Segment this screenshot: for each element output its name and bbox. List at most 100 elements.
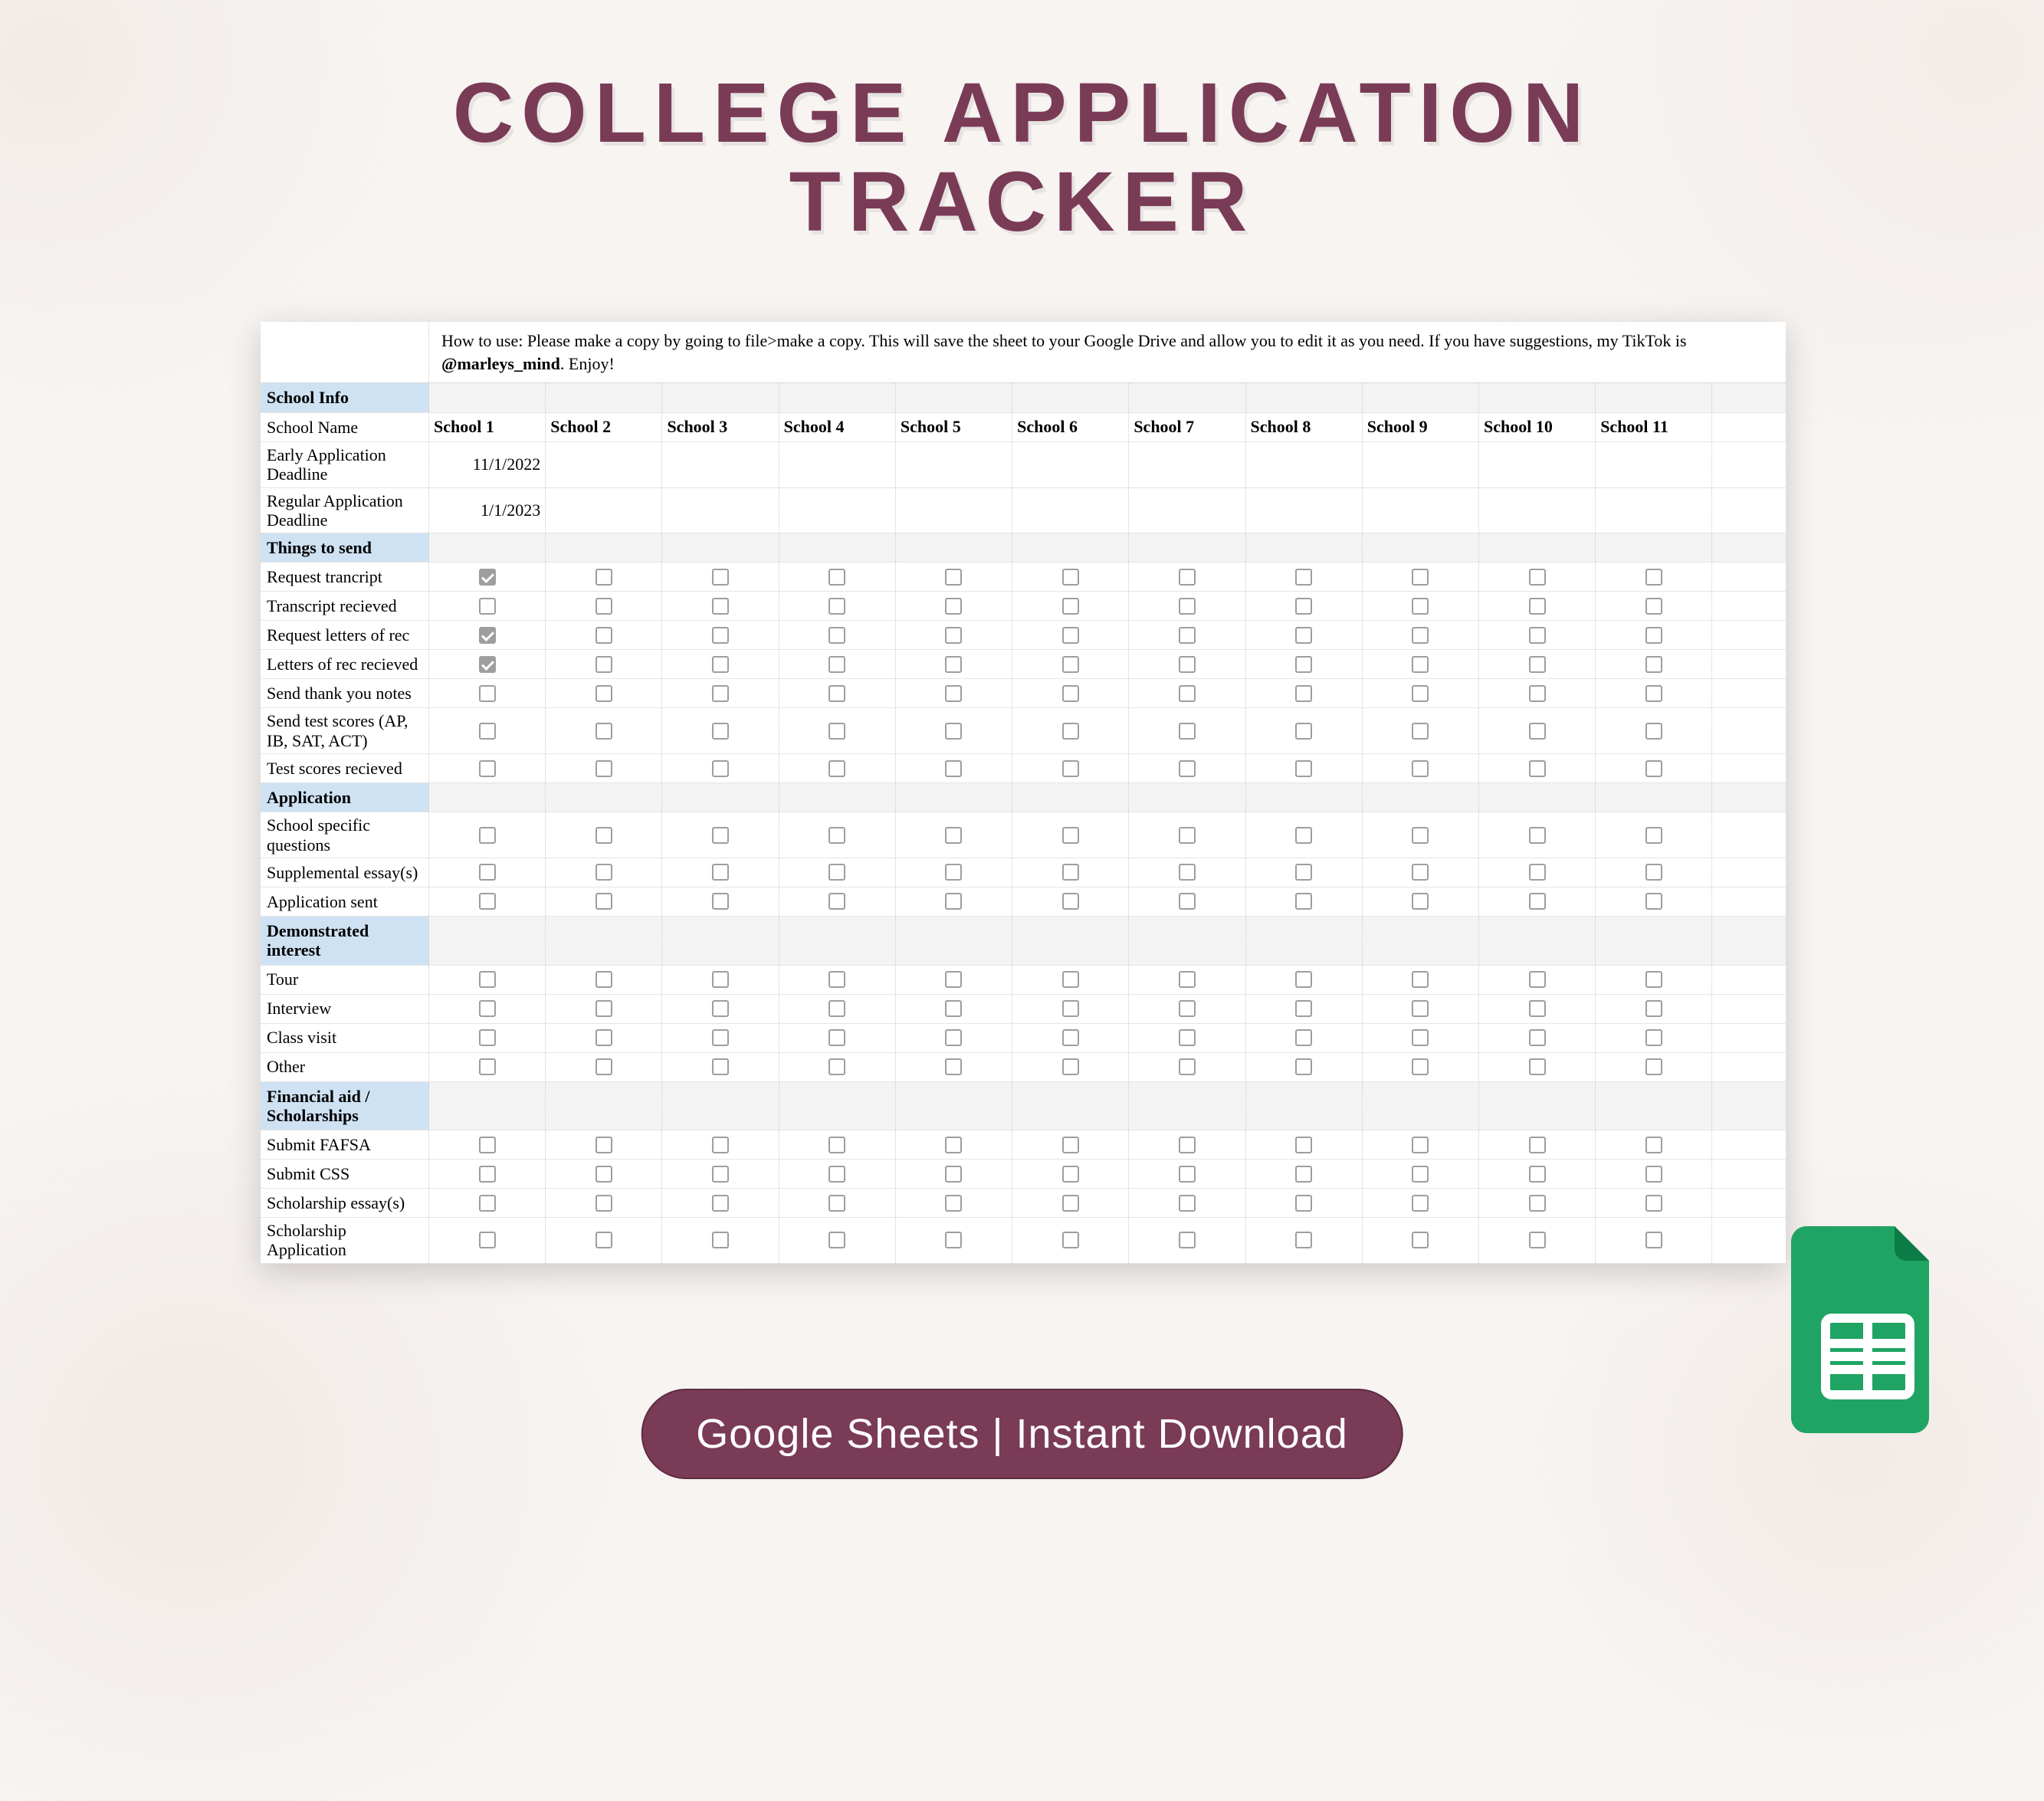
checkbox[interactable] [1529, 893, 1546, 910]
checkbox[interactable] [1645, 864, 1662, 881]
checkbox[interactable] [1062, 760, 1079, 777]
checkbox[interactable] [595, 864, 612, 881]
checkbox[interactable] [712, 569, 729, 586]
checkbox[interactable] [595, 598, 612, 615]
checkbox[interactable] [945, 569, 962, 586]
checkbox[interactable] [1295, 656, 1312, 673]
checkbox[interactable] [479, 893, 496, 910]
checkbox[interactable] [1295, 1166, 1312, 1183]
checkbox[interactable] [1412, 760, 1429, 777]
checkbox[interactable] [712, 1166, 729, 1183]
checkbox[interactable] [479, 1195, 496, 1212]
checkbox[interactable] [479, 760, 496, 777]
checkbox[interactable] [828, 827, 845, 844]
checkbox[interactable] [1412, 893, 1429, 910]
checkbox[interactable] [1645, 1232, 1662, 1248]
checkbox[interactable] [828, 864, 845, 881]
checkbox[interactable] [1179, 656, 1196, 673]
checkbox[interactable] [595, 627, 612, 644]
checkbox[interactable] [1412, 1058, 1429, 1075]
checkbox[interactable] [1295, 598, 1312, 615]
checkbox[interactable] [1645, 1166, 1662, 1183]
checkbox[interactable] [1295, 971, 1312, 988]
checkbox[interactable] [712, 1195, 729, 1212]
checkbox[interactable] [1179, 1232, 1196, 1248]
checkbox[interactable] [1295, 685, 1312, 702]
checkbox[interactable] [945, 627, 962, 644]
checkbox[interactable] [1062, 598, 1079, 615]
checkbox[interactable] [1062, 864, 1079, 881]
checkbox[interactable] [1645, 1000, 1662, 1017]
checkbox[interactable] [595, 1195, 612, 1212]
checkbox[interactable] [828, 1029, 845, 1046]
checkbox[interactable] [1412, 627, 1429, 644]
checkbox[interactable] [1062, 569, 1079, 586]
checkbox[interactable] [1645, 1195, 1662, 1212]
checkbox[interactable] [712, 723, 729, 740]
checkbox[interactable] [1179, 864, 1196, 881]
checkbox[interactable] [945, 1166, 962, 1183]
checkbox[interactable] [1412, 971, 1429, 988]
checkbox[interactable] [1412, 1029, 1429, 1046]
checkbox[interactable] [479, 1058, 496, 1075]
checkbox[interactable] [1179, 971, 1196, 988]
checkbox[interactable] [1645, 971, 1662, 988]
checkbox[interactable] [1062, 1000, 1079, 1017]
checkbox[interactable] [1645, 893, 1662, 910]
checkbox[interactable] [1295, 1232, 1312, 1248]
checkbox[interactable] [1645, 685, 1662, 702]
checkbox[interactable] [595, 569, 612, 586]
checkbox[interactable] [595, 1058, 612, 1075]
checkbox[interactable] [1412, 864, 1429, 881]
checkbox[interactable] [1062, 893, 1079, 910]
checkbox[interactable] [1179, 1000, 1196, 1017]
checkbox[interactable] [479, 864, 496, 881]
checkbox[interactable] [1295, 627, 1312, 644]
checkbox[interactable] [712, 627, 729, 644]
checkbox[interactable] [1645, 1029, 1662, 1046]
checkbox[interactable] [479, 569, 496, 586]
checkbox[interactable] [1412, 1232, 1429, 1248]
checkbox[interactable] [1179, 1137, 1196, 1153]
checkbox[interactable] [712, 760, 729, 777]
checkbox[interactable] [1179, 685, 1196, 702]
checkbox[interactable] [479, 1000, 496, 1017]
checkbox[interactable] [1062, 1232, 1079, 1248]
checkbox[interactable] [712, 1232, 729, 1248]
checkbox[interactable] [1295, 864, 1312, 881]
checkbox[interactable] [479, 627, 496, 644]
checkbox[interactable] [1295, 1000, 1312, 1017]
checkbox[interactable] [1529, 685, 1546, 702]
checkbox[interactable] [1062, 971, 1079, 988]
checkbox[interactable] [1179, 598, 1196, 615]
checkbox[interactable] [712, 893, 729, 910]
checkbox[interactable] [479, 723, 496, 740]
checkbox[interactable] [595, 1166, 612, 1183]
checkbox[interactable] [1412, 1137, 1429, 1153]
checkbox[interactable] [1529, 1000, 1546, 1017]
checkbox[interactable] [595, 1137, 612, 1153]
checkbox[interactable] [1529, 971, 1546, 988]
checkbox[interactable] [595, 1000, 612, 1017]
checkbox[interactable] [1179, 723, 1196, 740]
checkbox[interactable] [945, 893, 962, 910]
checkbox[interactable] [1412, 685, 1429, 702]
checkbox[interactable] [595, 685, 612, 702]
checkbox[interactable] [945, 1137, 962, 1153]
checkbox[interactable] [1179, 893, 1196, 910]
checkbox[interactable] [1295, 760, 1312, 777]
checkbox[interactable] [945, 1000, 962, 1017]
checkbox[interactable] [1645, 598, 1662, 615]
checkbox[interactable] [595, 723, 612, 740]
checkbox[interactable] [1179, 569, 1196, 586]
checkbox[interactable] [828, 569, 845, 586]
checkbox[interactable] [712, 971, 729, 988]
checkbox[interactable] [479, 598, 496, 615]
checkbox[interactable] [1529, 1029, 1546, 1046]
checkbox[interactable] [1412, 1166, 1429, 1183]
checkbox[interactable] [595, 971, 612, 988]
checkbox[interactable] [828, 685, 845, 702]
checkbox[interactable] [712, 656, 729, 673]
checkbox[interactable] [1295, 1029, 1312, 1046]
checkbox[interactable] [1412, 1195, 1429, 1212]
